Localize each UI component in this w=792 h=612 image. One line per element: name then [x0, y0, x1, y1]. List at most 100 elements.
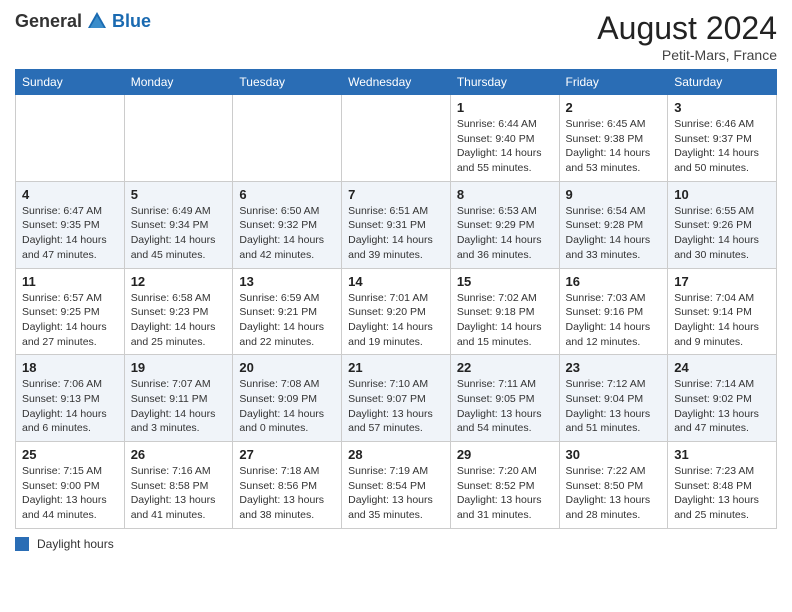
- day-info: Sunrise: 7:01 AMSunset: 9:20 PMDaylight:…: [348, 291, 444, 350]
- legend-icon: [15, 537, 29, 551]
- day-info: Sunrise: 6:49 AMSunset: 9:34 PMDaylight:…: [131, 204, 227, 263]
- day-info: Sunrise: 7:04 AMSunset: 9:14 PMDaylight:…: [674, 291, 770, 350]
- day-number: 12: [131, 274, 227, 289]
- day-number: 18: [22, 360, 118, 375]
- title-block: August 2024 Petit-Mars, France: [597, 10, 777, 63]
- day-number: 29: [457, 447, 553, 462]
- day-number: 15: [457, 274, 553, 289]
- day-info: Sunrise: 7:15 AMSunset: 9:00 PMDaylight:…: [22, 464, 118, 523]
- calendar-cell: 28Sunrise: 7:19 AMSunset: 8:54 PMDayligh…: [342, 442, 451, 529]
- logo: General Blue: [15, 10, 151, 32]
- calendar-cell: 21 Sunrise: 7:10 AMSunset: 9:07 PMDayligh…: [342, 355, 451, 442]
- day-number: 24: [674, 360, 770, 375]
- calendar-week-row: 1Sunrise: 6:44 AMSunset: 9:40 PMDaylight…: [16, 95, 777, 182]
- calendar-cell: 20 Sunrise: 7:08 AMSunset: 9:09 PMDayligh…: [233, 355, 342, 442]
- day-info: Sunrise: 7:22 AMSunset: 8:50 PMDaylight:…: [566, 464, 662, 523]
- calendar-week-row: 25 Sunrise: 7:15 AMSunset: 9:00 PMDayligh…: [16, 442, 777, 529]
- day-info: Sunrise: 6:58 AMSunset: 9:23 PMDaylight:…: [131, 291, 227, 350]
- day-number: 31: [674, 447, 770, 462]
- day-info: Sunrise: 7:08 AMSunset: 9:09 PMDaylight:…: [239, 377, 335, 436]
- day-info: Sunrise: 6:51 AMSunset: 9:31 PMDaylight:…: [348, 204, 444, 263]
- day-number: 26: [131, 447, 227, 462]
- calendar-cell: 29 Sunrise: 7:20 AMSunset: 8:52 PMDayligh…: [450, 442, 559, 529]
- day-number: 20: [239, 360, 335, 375]
- day-info: Sunrise: 7:16 AMSunset: 8:58 PMDaylight:…: [131, 464, 227, 523]
- day-info: Sunrise: 7:12 AMSunset: 9:04 PMDaylight:…: [566, 377, 662, 436]
- day-number: 16: [566, 274, 662, 289]
- day-number: 13: [239, 274, 335, 289]
- calendar-cell: 31 Sunrise: 7:23 AMSunset: 8:48 PMDayligh…: [668, 442, 777, 529]
- calendar-cell: [16, 95, 125, 182]
- day-number: 9: [566, 187, 662, 202]
- calendar-cell: 7Sunrise: 6:51 AMSunset: 9:31 PMDaylight…: [342, 181, 451, 268]
- day-info: Sunrise: 7:07 AMSunset: 9:11 PMDaylight:…: [131, 377, 227, 436]
- day-info: Sunrise: 6:54 AMSunset: 9:28 PMDaylight:…: [566, 204, 662, 263]
- day-number: 11: [22, 274, 118, 289]
- calendar-cell: 2Sunrise: 6:45 AMSunset: 9:38 PMDaylight…: [559, 95, 668, 182]
- calendar-cell: 12 Sunrise: 6:58 AMSunset: 9:23 PMDayligh…: [124, 268, 233, 355]
- day-number: 19: [131, 360, 227, 375]
- calendar-cell: 25 Sunrise: 7:15 AMSunset: 9:00 PMDayligh…: [16, 442, 125, 529]
- calendar-cell: 11 Sunrise: 6:57 AMSunset: 9:25 PMDayligh…: [16, 268, 125, 355]
- calendar-cell: 3 Sunrise: 6:46 AMSunset: 9:37 PMDaylight…: [668, 95, 777, 182]
- weekday-header-sunday: Sunday: [16, 70, 125, 95]
- day-info: Sunrise: 7:11 AMSunset: 9:05 PMDaylight:…: [457, 377, 553, 436]
- calendar-week-row: 18 Sunrise: 7:06 AMSunset: 9:13 PMDayligh…: [16, 355, 777, 442]
- day-number: 25: [22, 447, 118, 462]
- day-number: 30: [566, 447, 662, 462]
- day-info: Sunrise: 7:10 AMSunset: 9:07 PMDaylight:…: [348, 377, 444, 436]
- logo-blue-text: Blue: [112, 11, 151, 32]
- calendar-cell: 1Sunrise: 6:44 AMSunset: 9:40 PMDaylight…: [450, 95, 559, 182]
- calendar-cell: 14 Sunrise: 7:01 AMSunset: 9:20 PMDayligh…: [342, 268, 451, 355]
- calendar-cell: 10 Sunrise: 6:55 AMSunset: 9:26 PMDayligh…: [668, 181, 777, 268]
- day-info: Sunrise: 7:20 AMSunset: 8:52 PMDaylight:…: [457, 464, 553, 523]
- weekday-header-monday: Monday: [124, 70, 233, 95]
- day-number: 27: [239, 447, 335, 462]
- logo-general-text: General: [15, 11, 82, 32]
- calendar-cell: 17 Sunrise: 7:04 AMSunset: 9:14 PMDayligh…: [668, 268, 777, 355]
- day-info: Sunrise: 6:44 AMSunset: 9:40 PMDaylight:…: [457, 117, 553, 176]
- day-number: 28: [348, 447, 444, 462]
- day-number: 10: [674, 187, 770, 202]
- day-number: 23: [566, 360, 662, 375]
- day-info: Sunrise: 6:47 AMSunset: 9:35 PMDaylight:…: [22, 204, 118, 263]
- calendar-cell: [233, 95, 342, 182]
- day-info: Sunrise: 6:45 AMSunset: 9:38 PMDaylight:…: [566, 117, 662, 176]
- calendar-cell: 4Sunrise: 6:47 AMSunset: 9:35 PMDaylight…: [16, 181, 125, 268]
- calendar-cell: 8 Sunrise: 6:53 AMSunset: 9:29 PMDaylight…: [450, 181, 559, 268]
- day-number: 8: [457, 187, 553, 202]
- month-year-title: August 2024: [597, 10, 777, 47]
- day-number: 21: [348, 360, 444, 375]
- day-number: 6: [239, 187, 335, 202]
- day-info: Sunrise: 7:06 AMSunset: 9:13 PMDaylight:…: [22, 377, 118, 436]
- calendar-cell: [342, 95, 451, 182]
- day-info: Sunrise: 7:02 AMSunset: 9:18 PMDaylight:…: [457, 291, 553, 350]
- calendar-cell: 16Sunrise: 7:03 AMSunset: 9:16 PMDayligh…: [559, 268, 668, 355]
- weekday-header-thursday: Thursday: [450, 70, 559, 95]
- day-number: 17: [674, 274, 770, 289]
- day-info: Sunrise: 6:46 AMSunset: 9:37 PMDaylight:…: [674, 117, 770, 176]
- day-info: Sunrise: 7:23 AMSunset: 8:48 PMDaylight:…: [674, 464, 770, 523]
- day-info: Sunrise: 6:57 AMSunset: 9:25 PMDaylight:…: [22, 291, 118, 350]
- page-header: General Blue August 2024 Petit-Mars, Fra…: [15, 10, 777, 63]
- day-number: 14: [348, 274, 444, 289]
- calendar-cell: 30 Sunrise: 7:22 AMSunset: 8:50 PMDayligh…: [559, 442, 668, 529]
- calendar-cell: 22Sunrise: 7:11 AMSunset: 9:05 PMDayligh…: [450, 355, 559, 442]
- calendar-week-row: 11 Sunrise: 6:57 AMSunset: 9:25 PMDayligh…: [16, 268, 777, 355]
- day-info: Sunrise: 6:53 AMSunset: 9:29 PMDaylight:…: [457, 204, 553, 263]
- day-info: Sunrise: 7:18 AMSunset: 8:56 PMDaylight:…: [239, 464, 335, 523]
- calendar-cell: 19 Sunrise: 7:07 AMSunset: 9:11 PMDayligh…: [124, 355, 233, 442]
- day-info: Sunrise: 6:59 AMSunset: 9:21 PMDaylight:…: [239, 291, 335, 350]
- calendar-cell: 15 Sunrise: 7:02 AMSunset: 9:18 PMDayligh…: [450, 268, 559, 355]
- weekday-header-friday: Friday: [559, 70, 668, 95]
- calendar-cell: 23 Sunrise: 7:12 AMSunset: 9:04 PMDayligh…: [559, 355, 668, 442]
- day-number: 3: [674, 100, 770, 115]
- calendar-cell: 5Sunrise: 6:49 AMSunset: 9:34 PMDaylight…: [124, 181, 233, 268]
- location-subtitle: Petit-Mars, France: [597, 47, 777, 63]
- day-info: Sunrise: 6:55 AMSunset: 9:26 PMDaylight:…: [674, 204, 770, 263]
- weekday-header-row: SundayMondayTuesdayWednesdayThursdayFrid…: [16, 70, 777, 95]
- weekday-header-wednesday: Wednesday: [342, 70, 451, 95]
- calendar-cell: [124, 95, 233, 182]
- calendar-cell: 27 Sunrise: 7:18 AMSunset: 8:56 PMDayligh…: [233, 442, 342, 529]
- calendar-cell: 26 Sunrise: 7:16 AMSunset: 8:58 PMDayligh…: [124, 442, 233, 529]
